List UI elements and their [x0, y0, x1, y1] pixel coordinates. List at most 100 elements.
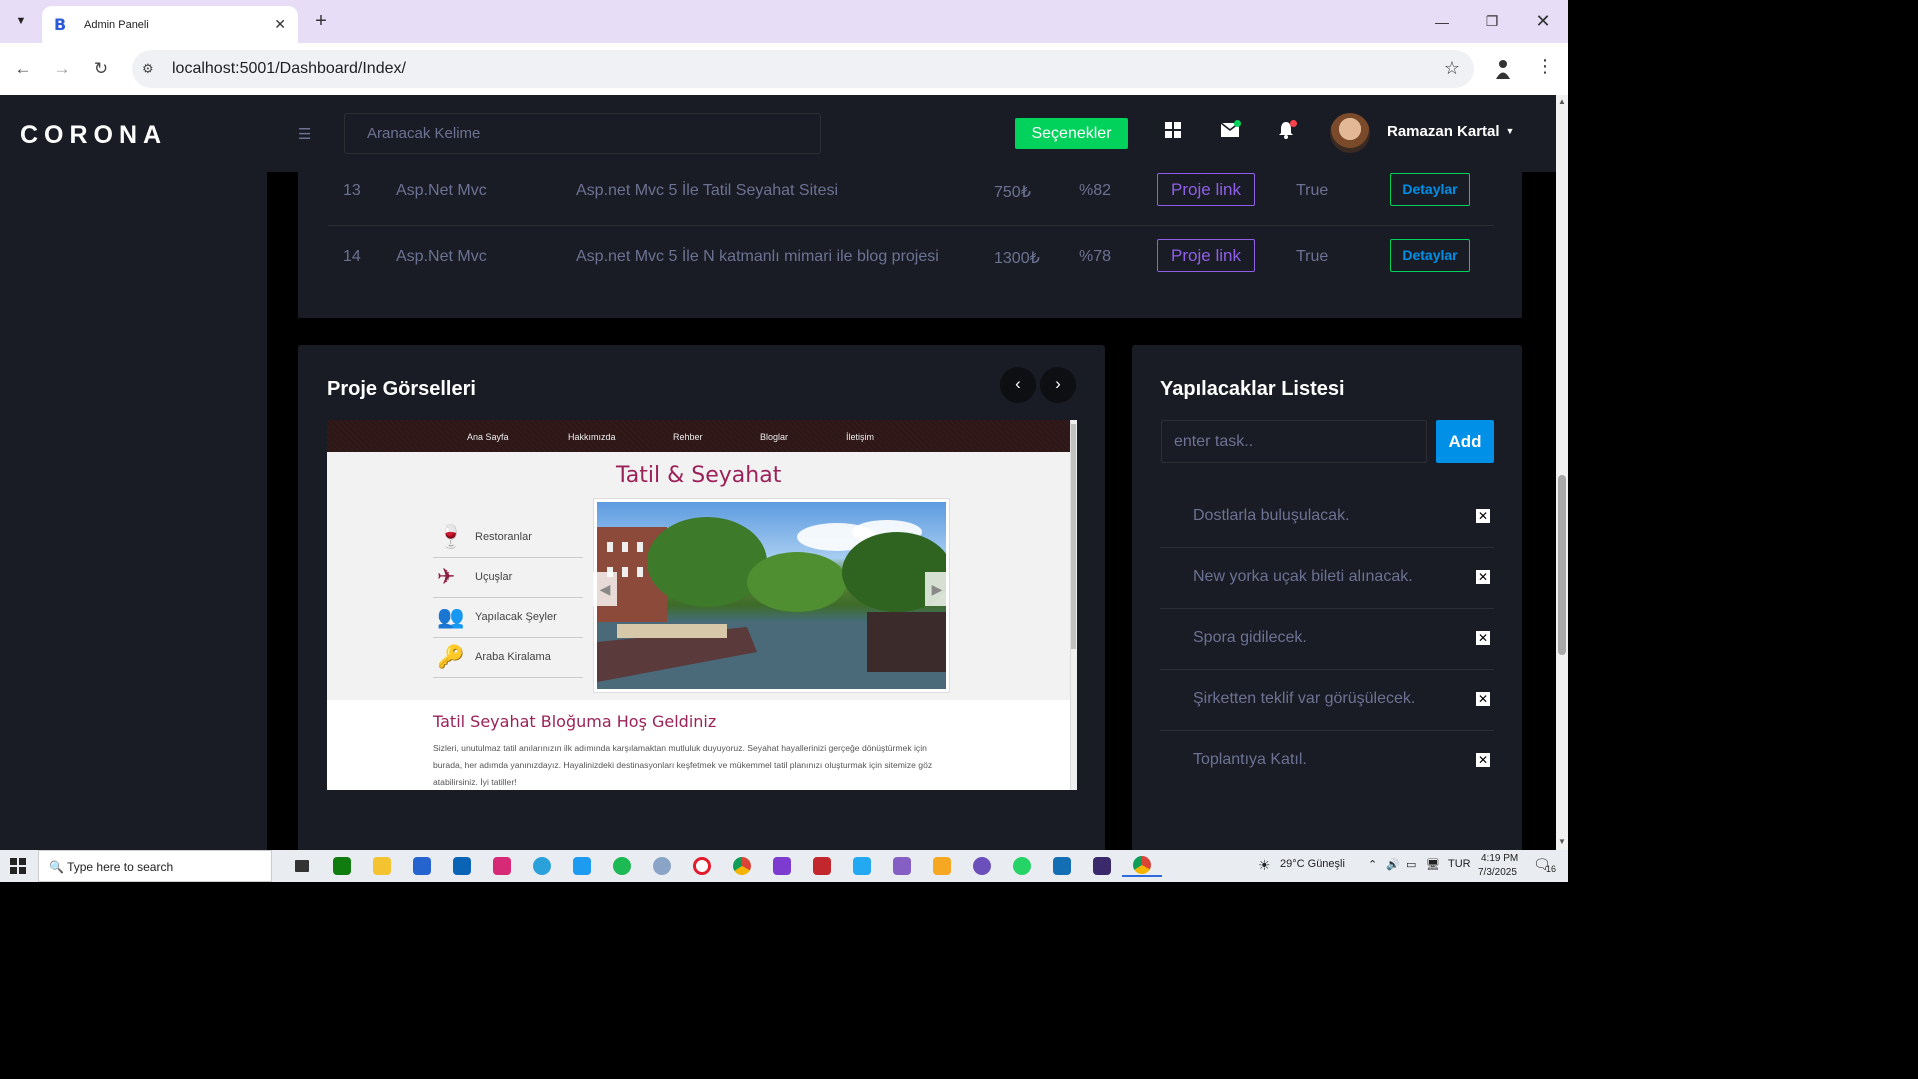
terminal-icon[interactable] [1082, 855, 1122, 877]
visual-studio-2-icon[interactable] [882, 855, 922, 877]
bookmark-star-icon[interactable]: ☆ [1444, 58, 1460, 79]
file-explorer-icon[interactable] [362, 855, 402, 877]
clock-time[interactable]: 4:19 PM [1481, 853, 1518, 864]
site-info-icon[interactable]: ⚙ [142, 61, 162, 77]
site-menu-item: 🍷 Restoranlar [433, 518, 583, 558]
browser-tab[interactable]: B Admin Paneli ✕ [42, 6, 298, 43]
site-menu-item: 🔑 Araba Kiralama [433, 638, 583, 678]
site-nav: Ana Sayfa Hakkımızda Rehber Bloglar İlet… [327, 420, 1070, 452]
task-input[interactable]: enter task.. [1161, 420, 1427, 463]
visual-studio-icon[interactable] [762, 855, 802, 877]
table-row: 14 Asp.Net Mvc Asp.net Mvc 5 İle N katma… [328, 226, 1494, 292]
airplane-icon: ✈ [437, 564, 456, 589]
browser-menu-icon[interactable]: ⋮ [1536, 56, 1554, 77]
task-view-icon[interactable] [282, 855, 322, 877]
screenshot-scrollbar [1070, 420, 1077, 790]
maximize-icon[interactable]: ❐ [1467, 0, 1517, 43]
clock-date[interactable]: 7/3/2025 [1478, 867, 1517, 878]
todo-item: Toplantıya Katıl. ✕ [1160, 731, 1494, 792]
notification-count: 16 [1546, 864, 1557, 874]
xbox-icon[interactable] [322, 855, 362, 877]
cell-status: True [1296, 182, 1329, 199]
opera-icon[interactable] [682, 855, 722, 877]
window-close-icon[interactable]: ✕ [1518, 0, 1568, 43]
windows-taskbar: 🔍 Type here to search ☀ 29°C Güneşli ⌃ 🔊… [0, 850, 1568, 882]
taskbar-search-input[interactable]: 🔍 Type here to search [38, 850, 272, 882]
cell-category: Asp.Net Mvc [396, 248, 487, 265]
details-button[interactable]: Detaylar [1390, 173, 1470, 206]
todo-text: Dostlarla buluşulacak. [1193, 507, 1350, 524]
project-link-button[interactable]: Proje link [1157, 173, 1255, 206]
outlook-icon[interactable] [442, 855, 482, 877]
paint-icon[interactable] [922, 855, 962, 877]
projects-table-card: 13 Asp.Net Mvc Asp.net Mvc 5 İle Tatil S… [298, 172, 1522, 318]
scroll-thumb[interactable] [1558, 475, 1566, 655]
vscode-icon[interactable] [842, 855, 882, 877]
remove-task-icon[interactable]: ✕ [1476, 631, 1490, 645]
network-icon[interactable]: 🖥 [1426, 858, 1440, 871]
screenshot-scroll-thumb [1071, 424, 1076, 649]
ssms-icon[interactable] [802, 855, 842, 877]
forward-icon[interactable]: → [49, 56, 75, 82]
carousel-next-icon[interactable]: › [1040, 367, 1076, 403]
volume-icon[interactable]: 🔊 [1386, 858, 1400, 871]
project-screenshot: Ana Sayfa Hakkımızda Rehber Bloglar İlet… [327, 420, 1077, 790]
cell-id: 14 [343, 248, 361, 265]
chrome-icon[interactable] [722, 855, 762, 877]
tray-chevron-icon[interactable]: ⌃ [1368, 858, 1377, 871]
reload-icon[interactable]: ↻ [88, 56, 114, 82]
mail-indicator [1234, 120, 1241, 127]
details-button[interactable]: Detaylar [1390, 239, 1470, 272]
options-button[interactable]: Seçenekler [1015, 118, 1128, 149]
card-title: Proje Görselleri [327, 378, 476, 400]
cell-id: 13 [343, 182, 361, 199]
browser-tab-strip: ▼ B Admin Paneli ✕ + — ❐ ✕ [0, 0, 1568, 43]
whatsapp-icon[interactable] [1002, 855, 1042, 877]
site-nav-item: Rehber [673, 432, 703, 442]
weather-text[interactable]: 29°C Güneşli [1280, 858, 1345, 870]
windows-start-icon[interactable] [10, 858, 26, 874]
site-nav-item: İletişim [846, 432, 875, 442]
rider-icon[interactable] [642, 855, 682, 877]
back-icon[interactable]: ← [10, 56, 36, 82]
table-row: 13 Asp.Net Mvc Asp.net Mvc 5 İle Tatil S… [328, 160, 1494, 226]
avatar[interactable] [1330, 113, 1370, 153]
prime-video-icon[interactable] [1042, 855, 1082, 877]
spotify-icon[interactable] [602, 855, 642, 877]
user-menu[interactable]: Ramazan Kartal ▼ [1387, 123, 1514, 140]
add-task-button[interactable]: Add [1436, 420, 1494, 463]
profile-icon[interactable] [1492, 58, 1514, 80]
weather-icon[interactable]: ☀ [1258, 857, 1271, 874]
hamburger-icon[interactable]: ☰ [298, 125, 311, 143]
grid-icon[interactable] [1164, 121, 1182, 144]
scroll-down-icon[interactable]: ▼ [1558, 837, 1566, 846]
chrome-active-icon[interactable] [1122, 855, 1162, 877]
brand-logo[interactable]: CORONA [20, 121, 167, 150]
remove-task-icon[interactable]: ✕ [1476, 570, 1490, 584]
language-indicator[interactable]: TUR [1448, 858, 1471, 870]
remove-task-icon[interactable]: ✕ [1476, 753, 1490, 767]
minimize-icon[interactable]: — [1417, 0, 1467, 43]
project-link-button[interactable]: Proje link [1157, 239, 1255, 272]
store-icon[interactable] [402, 855, 442, 877]
remove-task-icon[interactable]: ✕ [1476, 692, 1490, 706]
search-input[interactable]: Aranacak Kelime [344, 113, 821, 154]
address-bar[interactable]: ⚙ localhost:5001/Dashboard/Index/ ☆ [132, 50, 1474, 88]
tab-search-dropdown-icon[interactable]: ▼ [8, 8, 34, 34]
page-scrollbar[interactable]: ▲ ▼ [1556, 95, 1568, 850]
battery-icon[interactable]: ▭ [1406, 858, 1416, 871]
edge-dev-icon[interactable] [962, 855, 1002, 877]
tab-close-icon[interactable]: ✕ [274, 16, 286, 33]
cell-status: True [1296, 248, 1329, 265]
url-text[interactable]: localhost:5001/Dashboard/Index/ [172, 60, 406, 78]
todo-text: Spora gidilecek. [1193, 629, 1307, 646]
telegram-icon[interactable] [522, 855, 562, 877]
twitter-icon[interactable] [562, 855, 602, 877]
site-welcome-title: Tatil Seyahat Bloğuma Hoş Geldiniz [433, 712, 717, 731]
remove-task-icon[interactable]: ✕ [1476, 509, 1490, 523]
site-nav-item: Hakkımızda [568, 432, 616, 442]
new-tab-button[interactable]: + [308, 8, 334, 34]
carousel-prev-icon[interactable]: ‹ [1000, 367, 1036, 403]
instagram-icon[interactable] [482, 855, 522, 877]
scroll-up-icon[interactable]: ▲ [1558, 97, 1566, 106]
